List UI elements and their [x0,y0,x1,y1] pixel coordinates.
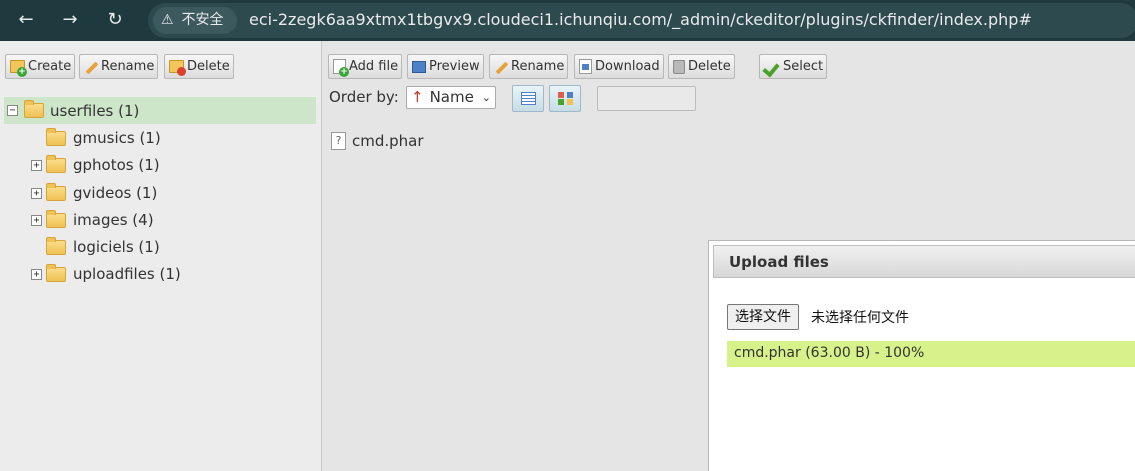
folder-icon [46,154,66,173]
file-add-icon [333,59,349,77]
add-file-button[interactable]: Add file [328,54,403,79]
security-label: 不安全 [181,12,224,28]
collapse-icon[interactable]: − [7,105,18,116]
folder-add-icon [10,60,27,77]
expand-icon[interactable]: + [31,214,42,226]
preview-button[interactable]: Preview [407,54,484,79]
rename-file-button[interactable]: Rename [489,54,569,79]
upload-progress-text: cmd.phar (63.00 B) - 100% [734,345,925,361]
url-text[interactable]: eci-2zegk6aa9xtmx1tbgvx9.cloudeci1.ichun… [249,9,1032,31]
pencil-icon [494,60,508,74]
dialog-title: Upload files [729,253,829,271]
thumbnail-view-button[interactable] [549,85,581,112]
preview-label: Preview [429,59,480,74]
file-name: cmd.phar [352,132,424,150]
checkmark-icon [764,60,780,74]
folder-item-uploadfiles[interactable]: + uploadfiles (1) [31,263,181,285]
warning-icon: ⚠ [161,12,174,28]
expand-icon[interactable]: + [31,187,42,199]
delete-file-button[interactable]: Delete [668,54,735,79]
unknown-file-icon: ? [331,132,346,150]
download-label: Download [595,59,660,74]
rename-folder-button[interactable]: Rename [79,54,159,79]
folder-label: gmusics (1) [73,129,161,147]
order-by-value: Name [429,88,474,106]
folder-label: images (4) [73,211,154,229]
folder-delete-icon [169,60,186,76]
folder-icon [24,100,44,118]
browser-toolbar: ← → ↻ ⚠ 不安全 eci-2zegk6aa9xtmx1tbgvx9.clo… [0,0,1135,41]
folder-icon [46,236,66,255]
order-by-label: Order by: [329,88,399,106]
sort-ascending-icon: ↑ [411,88,424,106]
expand-icon[interactable]: + [31,268,42,280]
select-button[interactable]: Select [759,54,828,79]
folder-item-gmusics[interactable]: gmusics (1) [46,127,161,149]
folder-label: logiciels (1) [73,238,160,256]
filter-input[interactable] [597,86,696,111]
folder-item-userfiles[interactable]: − userfiles (1) [4,97,316,124]
folder-icon [46,263,66,282]
folder-item-logiciels[interactable]: logiciels (1) [46,236,160,258]
no-file-chosen-text: 未选择任何文件 [811,310,909,326]
folder-item-gphotos[interactable]: + gphotos (1) [31,154,160,176]
choose-file-button[interactable]: 选择文件 [727,304,799,330]
back-arrow-icon[interactable]: ← [14,8,38,32]
reload-icon[interactable]: ↻ [103,8,127,32]
upload-progress-bar: cmd.phar (63.00 B) - 100% [727,341,1135,367]
delete-folder-button[interactable]: Delete [164,54,234,79]
monitor-icon [412,60,426,73]
download-icon [579,59,592,74]
rename-folder-label: Rename [101,59,155,74]
create-folder-button[interactable]: Create [5,54,76,79]
file-item-cmd-phar[interactable]: ? cmd.phar [331,132,424,150]
folder-icon [46,182,66,201]
create-folder-label: Create [28,59,72,74]
folder-label: gvideos (1) [73,184,158,202]
list-view-icon [521,92,536,105]
files-pane: Add file Preview Rename Download Delete … [322,41,1135,471]
forward-arrow-icon[interactable]: → [58,8,82,32]
dialog-titlebar[interactable]: Upload files [713,245,1135,278]
folder-icon [46,209,66,228]
chevron-down-icon: ⌄ [481,91,491,104]
delete-file-label: Delete [688,59,731,74]
folder-label: uploadfiles (1) [73,265,181,283]
select-label: Select [783,59,824,74]
expand-icon[interactable]: + [31,159,42,171]
order-by-select[interactable]: ↑ Name ⌄ [406,86,496,109]
folder-item-gvideos[interactable]: + gvideos (1) [31,182,157,204]
download-button[interactable]: Download [574,54,664,79]
folder-label: gphotos (1) [73,156,160,174]
pencil-icon [84,60,98,74]
add-file-label: Add file [349,59,399,74]
folders-pane: Create Rename Delete − userfiles (1) gmu… [0,41,322,471]
folder-icon [46,127,66,146]
list-view-button[interactable] [512,85,544,112]
folder-label: userfiles (1) [50,101,140,120]
thumbnail-view-icon [558,92,573,105]
delete-folder-label: Delete [187,59,230,74]
folder-item-images[interactable]: + images (4) [31,209,154,231]
rename-file-label: Rename [511,59,565,74]
upload-dialog: Upload files 选择文件 未选择任何文件 cmd.phar (63.0… [708,240,1135,471]
trash-icon [673,59,685,74]
security-indicator[interactable]: ⚠ 不安全 [153,7,237,34]
